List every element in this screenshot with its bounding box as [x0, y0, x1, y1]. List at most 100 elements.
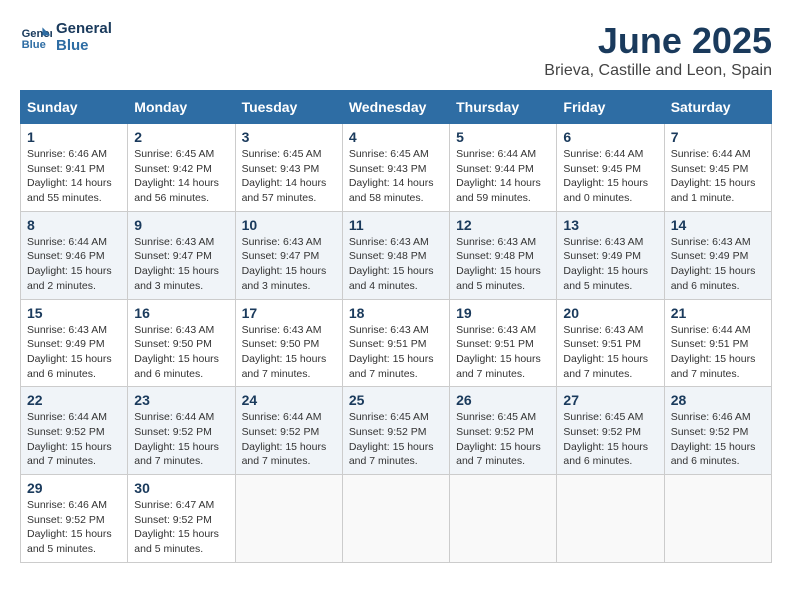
- day-number: 13: [563, 217, 657, 233]
- calendar-day-26: 26Sunrise: 6:45 AMSunset: 9:52 PMDayligh…: [450, 387, 557, 475]
- calendar-day-17: 17Sunrise: 6:43 AMSunset: 9:50 PMDayligh…: [235, 299, 342, 387]
- day-info: Sunrise: 6:43 AMSunset: 9:49 PMDaylight:…: [671, 236, 756, 292]
- day-info: Sunrise: 6:44 AMSunset: 9:45 PMDaylight:…: [563, 148, 648, 204]
- calendar-day-7: 7Sunrise: 6:44 AMSunset: 9:45 PMDaylight…: [664, 124, 771, 212]
- header-saturday: Saturday: [664, 91, 771, 124]
- day-info: Sunrise: 6:43 AMSunset: 9:47 PMDaylight:…: [242, 236, 327, 292]
- logo: General Blue General Blue: [20, 20, 112, 54]
- calendar-empty: [664, 475, 771, 563]
- day-info: Sunrise: 6:43 AMSunset: 9:48 PMDaylight:…: [456, 236, 541, 292]
- calendar-day-29: 29 Sunrise: 6:46 AMSunset: 9:52 PMDayligh…: [21, 475, 128, 563]
- calendar-empty: [557, 475, 664, 563]
- day-info: Sunrise: 6:46 AMSunset: 9:41 PMDaylight:…: [27, 148, 112, 204]
- day-number: 22: [27, 392, 121, 408]
- day-number: 4: [349, 129, 443, 145]
- day-info: Sunrise: 6:46 AMSunset: 9:52 PMDaylight:…: [27, 499, 112, 555]
- calendar-day-4: 4 Sunrise: 6:45 AMSunset: 9:43 PMDaylight…: [342, 124, 449, 212]
- logo-line1: General: [56, 20, 112, 37]
- day-number: 24: [242, 392, 336, 408]
- day-number: 11: [349, 217, 443, 233]
- calendar-day-23: 23 Sunrise: 6:44 AMSunset: 9:52 PMDayligh…: [128, 387, 235, 475]
- calendar-week-5: 29 Sunrise: 6:46 AMSunset: 9:52 PMDayligh…: [21, 475, 772, 563]
- day-info: Sunrise: 6:46 AMSunset: 9:52 PMDaylight:…: [671, 411, 756, 467]
- month-title: June 2025: [544, 20, 772, 62]
- day-info: Sunrise: 6:43 AMSunset: 9:47 PMDaylight:…: [134, 236, 219, 292]
- calendar-table: SundayMondayTuesdayWednesdayThursdayFrid…: [20, 90, 772, 563]
- day-info: Sunrise: 6:45 AMSunset: 9:43 PMDaylight:…: [349, 148, 434, 204]
- day-number: 6: [563, 129, 657, 145]
- day-info: Sunrise: 6:44 AMSunset: 9:52 PMDaylight:…: [134, 411, 219, 467]
- day-number: 15: [27, 305, 121, 321]
- day-info: Sunrise: 6:43 AMSunset: 9:51 PMDaylight:…: [563, 324, 648, 380]
- header-sunday: Sunday: [21, 91, 128, 124]
- day-info: Sunrise: 6:43 AMSunset: 9:50 PMDaylight:…: [242, 324, 327, 380]
- day-number: 19: [456, 305, 550, 321]
- calendar-day-6: 6 Sunrise: 6:44 AMSunset: 9:45 PMDaylight…: [557, 124, 664, 212]
- location-title: Brieva, Castille and Leon, Spain: [544, 62, 772, 80]
- day-number: 28: [671, 392, 765, 408]
- day-info: Sunrise: 6:44 AMSunset: 9:51 PMDaylight:…: [671, 324, 756, 380]
- header-wednesday: Wednesday: [342, 91, 449, 124]
- header-monday: Monday: [128, 91, 235, 124]
- calendar-day-11: 11Sunrise: 6:43 AMSunset: 9:48 PMDayligh…: [342, 211, 449, 299]
- day-number: 16: [134, 305, 228, 321]
- day-number: 23: [134, 392, 228, 408]
- logo-icon: General Blue: [20, 21, 52, 53]
- day-info: Sunrise: 6:43 AMSunset: 9:49 PMDaylight:…: [563, 236, 648, 292]
- day-number: 14: [671, 217, 765, 233]
- calendar-day-24: 24 Sunrise: 6:44 AMSunset: 9:52 PMDayligh…: [235, 387, 342, 475]
- calendar-day-2: 2Sunrise: 6:45 AMSunset: 9:42 PMDaylight…: [128, 124, 235, 212]
- calendar-header-row: SundayMondayTuesdayWednesdayThursdayFrid…: [21, 91, 772, 124]
- calendar-empty: [342, 475, 449, 563]
- day-info: Sunrise: 6:44 AMSunset: 9:52 PMDaylight:…: [27, 411, 112, 467]
- calendar-day-3: 3Sunrise: 6:45 AMSunset: 9:43 PMDaylight…: [235, 124, 342, 212]
- day-number: 30: [134, 480, 228, 496]
- calendar-empty: [235, 475, 342, 563]
- title-area: June 2025 Brieva, Castille and Leon, Spa…: [544, 20, 772, 80]
- page-header: General Blue General Blue June 2025 Brie…: [20, 20, 772, 80]
- day-number: 8: [27, 217, 121, 233]
- day-number: 25: [349, 392, 443, 408]
- day-info: Sunrise: 6:43 AMSunset: 9:51 PMDaylight:…: [349, 324, 434, 380]
- day-info: Sunrise: 6:44 AMSunset: 9:45 PMDaylight:…: [671, 148, 756, 204]
- day-number: 29: [27, 480, 121, 496]
- calendar-day-20: 20Sunrise: 6:43 AMSunset: 9:51 PMDayligh…: [557, 299, 664, 387]
- day-number: 3: [242, 129, 336, 145]
- day-info: Sunrise: 6:45 AMSunset: 9:52 PMDaylight:…: [456, 411, 541, 467]
- calendar-day-13: 13 Sunrise: 6:43 AMSunset: 9:49 PMDayligh…: [557, 211, 664, 299]
- day-number: 12: [456, 217, 550, 233]
- header-thursday: Thursday: [450, 91, 557, 124]
- day-info: Sunrise: 6:45 AMSunset: 9:52 PMDaylight:…: [349, 411, 434, 467]
- day-info: Sunrise: 6:45 AMSunset: 9:52 PMDaylight:…: [563, 411, 648, 467]
- day-info: Sunrise: 6:44 AMSunset: 9:44 PMDaylight:…: [456, 148, 541, 204]
- day-info: Sunrise: 6:43 AMSunset: 9:51 PMDaylight:…: [456, 324, 541, 380]
- day-number: 5: [456, 129, 550, 145]
- calendar-week-2: 8 Sunrise: 6:44 AMSunset: 9:46 PMDaylight…: [21, 211, 772, 299]
- calendar-week-4: 22 Sunrise: 6:44 AMSunset: 9:52 PMDayligh…: [21, 387, 772, 475]
- calendar-day-14: 14 Sunrise: 6:43 AMSunset: 9:49 PMDayligh…: [664, 211, 771, 299]
- day-number: 9: [134, 217, 228, 233]
- calendar-day-16: 16 Sunrise: 6:43 AMSunset: 9:50 PMDayligh…: [128, 299, 235, 387]
- day-info: Sunrise: 6:44 AMSunset: 9:46 PMDaylight:…: [27, 236, 112, 292]
- calendar-day-27: 27Sunrise: 6:45 AMSunset: 9:52 PMDayligh…: [557, 387, 664, 475]
- day-info: Sunrise: 6:43 AMSunset: 9:49 PMDaylight:…: [27, 324, 112, 380]
- header-friday: Friday: [557, 91, 664, 124]
- day-info: Sunrise: 6:47 AMSunset: 9:52 PMDaylight:…: [134, 499, 219, 555]
- day-info: Sunrise: 6:43 AMSunset: 9:50 PMDaylight:…: [134, 324, 219, 380]
- calendar-day-28: 28 Sunrise: 6:46 AMSunset: 9:52 PMDayligh…: [664, 387, 771, 475]
- calendar-day-21: 21Sunrise: 6:44 AMSunset: 9:51 PMDayligh…: [664, 299, 771, 387]
- calendar-day-10: 10Sunrise: 6:43 AMSunset: 9:47 PMDayligh…: [235, 211, 342, 299]
- calendar-day-15: 15 Sunrise: 6:43 AMSunset: 9:49 PMDayligh…: [21, 299, 128, 387]
- calendar-day-9: 9 Sunrise: 6:43 AMSunset: 9:47 PMDaylight…: [128, 211, 235, 299]
- calendar-day-30: 30 Sunrise: 6:47 AMSunset: 9:52 PMDayligh…: [128, 475, 235, 563]
- calendar-day-12: 12 Sunrise: 6:43 AMSunset: 9:48 PMDayligh…: [450, 211, 557, 299]
- calendar-day-25: 25 Sunrise: 6:45 AMSunset: 9:52 PMDayligh…: [342, 387, 449, 475]
- day-info: Sunrise: 6:45 AMSunset: 9:42 PMDaylight:…: [134, 148, 219, 204]
- calendar-day-1: 1Sunrise: 6:46 AMSunset: 9:41 PMDaylight…: [21, 124, 128, 212]
- day-number: 18: [349, 305, 443, 321]
- svg-text:Blue: Blue: [22, 39, 46, 51]
- logo-line2: Blue: [56, 37, 112, 54]
- calendar-week-1: 1Sunrise: 6:46 AMSunset: 9:41 PMDaylight…: [21, 124, 772, 212]
- calendar-week-3: 15 Sunrise: 6:43 AMSunset: 9:49 PMDayligh…: [21, 299, 772, 387]
- day-info: Sunrise: 6:44 AMSunset: 9:52 PMDaylight:…: [242, 411, 327, 467]
